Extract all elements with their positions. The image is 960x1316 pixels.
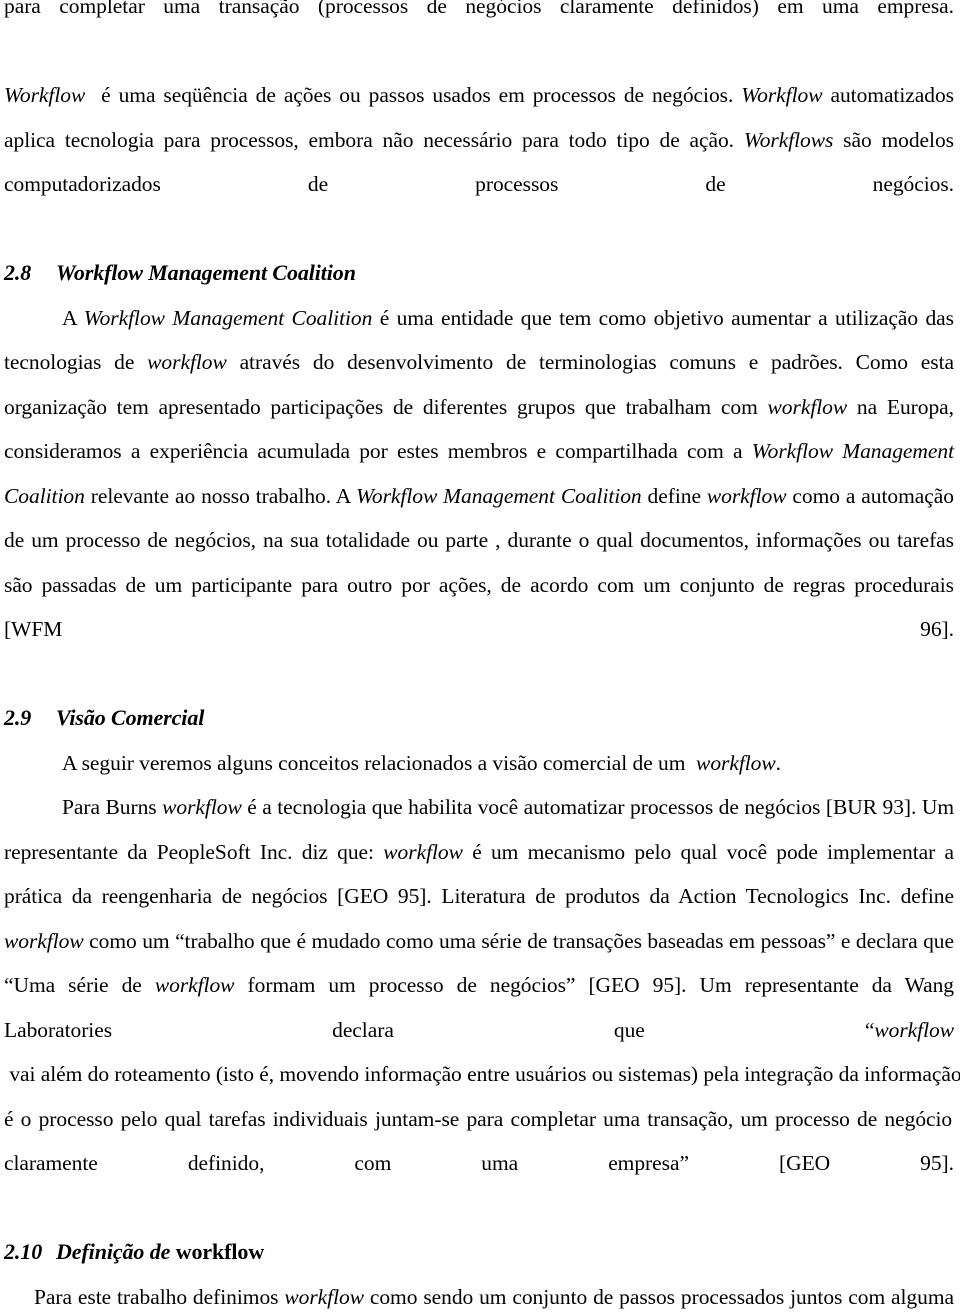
heading-2-10: 2.10 Definição de workflow <box>4 1230 954 1275</box>
term-workflow: workflow <box>162 795 242 819</box>
paragraph-text-run: define <box>641 483 707 508</box>
heading-title-term: workflow <box>175 1239 265 1264</box>
paragraph-definicoes-comerciais: Para Burns workflow é a tecnologia que h… <box>4 785 960 1230</box>
term-wfmc: Workflow Management Coalition <box>83 305 373 330</box>
paragraph-text-run: Para este trabalho definimos <box>34 1284 285 1309</box>
term-workflow: workflow <box>383 839 463 864</box>
paragraph-text-run: vai além do roteamento (isto é, movendo … <box>9 1062 960 1086</box>
paragraph-text-run: Para Burns <box>62 795 163 819</box>
term-workflow: workflow <box>874 1017 954 1042</box>
paragraph-text: para completar uma transação (processos … <box>4 0 954 18</box>
document-text-flow: para completar uma transação (processos … <box>4 0 960 1316</box>
term-workflow: workflow <box>4 928 84 953</box>
paragraph-text-run: relevante ao nosso trabalho. A <box>84 483 357 508</box>
paragraph-text-run: A <box>62 305 84 330</box>
term-workflow: Workflow <box>741 83 823 107</box>
heading-2-8: 2.8 Workflow Management Coalition <box>4 251 954 296</box>
term-workflow: workflow <box>154 973 235 997</box>
heading-number: 2.9 <box>4 705 32 730</box>
paragraph-workflow-sequencia: Workflow é uma seqüência de ações ou pas… <box>4 73 954 251</box>
term-workflow: workflow <box>696 750 776 775</box>
paragraph-wfmc-definicao: A Workflow Management Coalition é uma en… <box>4 296 954 697</box>
term-wfmc: Workflow Management Coalition <box>356 483 642 508</box>
heading-title: Workflow Management Coalition <box>56 260 356 285</box>
term-workflow: workflow <box>767 394 848 419</box>
term-workflows: Workflows <box>743 127 834 152</box>
paragraph-definicao-workflow: Para este trabalho definimos workflow co… <box>4 1275 954 1316</box>
term-workflow: workflow <box>284 1284 364 1309</box>
heading-number: 2.8 <box>4 260 32 285</box>
paragraph-text-run: é o processo pelo qual tarefas individua… <box>4 1106 954 1176</box>
paragraph-text-run: A seguir veremos alguns conceitos relaci… <box>62 750 697 775</box>
term-workflow: workflow <box>147 350 227 374</box>
paragraph-text-run: . <box>775 750 781 775</box>
term-workflow: workflow <box>706 483 787 508</box>
heading-title-italic: Definição de <box>56 1239 171 1264</box>
paragraph-transacao-continuation: para completar uma transação (processos … <box>4 0 954 73</box>
heading-title: Visão Comercial <box>56 705 205 730</box>
term-workflow: Workflow <box>4 83 86 107</box>
paragraph-text-run: é uma seqüência de ações ou passos usado… <box>85 83 742 107</box>
paragraph-visao-comercial-intro: A seguir veremos alguns conceitos relaci… <box>4 741 954 786</box>
document-page: para completar uma transação (processos … <box>0 0 960 1316</box>
heading-2-9: 2.9 Visão Comercial <box>4 696 954 741</box>
heading-number: 2.10 <box>4 1239 43 1264</box>
